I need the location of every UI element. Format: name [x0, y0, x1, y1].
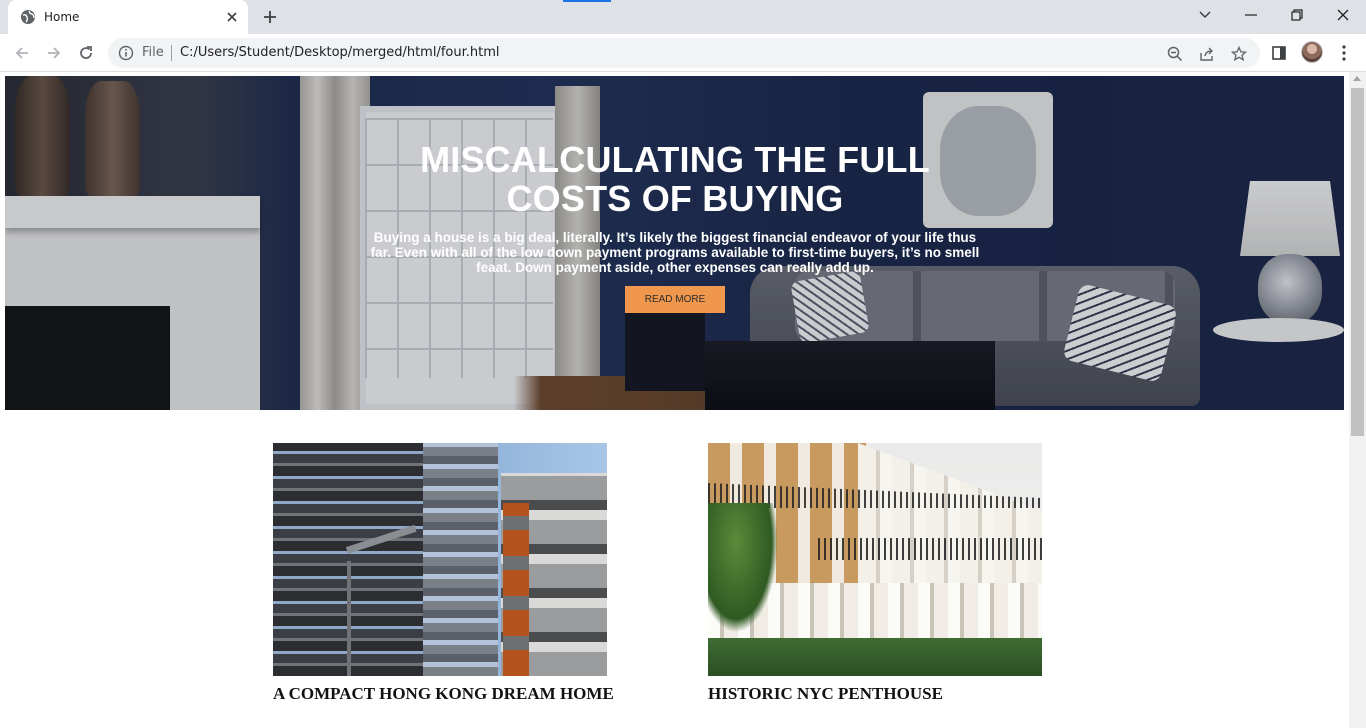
tab-indicator [563, 0, 611, 2]
photo-hedge [708, 638, 1042, 676]
bookmark-star-icon[interactable] [1230, 45, 1248, 63]
photo-palm-tree [708, 503, 778, 633]
scrollbar-thumb[interactable] [1351, 88, 1364, 436]
address-bar[interactable]: File C:/Users/Student/Desktop/merged/htm… [108, 38, 1260, 68]
hero-banner: MISCALCULATING THE FULL COSTS OF BUYING … [5, 76, 1344, 410]
page-viewport: MISCALCULATING THE FULL COSTS OF BUYING … [0, 72, 1349, 728]
tab-home[interactable]: Home [8, 0, 248, 34]
card-title[interactable]: A COMPACT HONG KONG DREAM HOME [273, 684, 614, 704]
card-title[interactable]: HISTORIC NYC PENTHOUSE [708, 684, 1042, 704]
photo-orange-panels [503, 503, 529, 676]
new-tab-button[interactable] [258, 6, 282, 28]
photo-street-lamp [347, 561, 351, 676]
info-icon[interactable] [118, 45, 134, 61]
photo-tower-edge [423, 443, 498, 676]
share-icon[interactable] [1198, 45, 1216, 63]
hero-description: Buying a house is a big deal, literally.… [370, 230, 980, 275]
close-tab-icon[interactable] [222, 7, 242, 27]
close-window-icon[interactable] [1320, 0, 1366, 30]
address-divider [171, 45, 172, 61]
zoom-icon[interactable] [1166, 45, 1184, 63]
hong-kong-building-image[interactable] [273, 443, 607, 676]
reload-icon[interactable] [73, 40, 99, 66]
back-arrow-icon[interactable] [9, 40, 35, 66]
globe-icon [20, 9, 36, 25]
more-menu-icon[interactable] [1333, 42, 1355, 64]
forward-arrow-icon[interactable] [41, 40, 67, 66]
hero-title: MISCALCULATING THE FULL COSTS OF BUYING [420, 139, 930, 219]
minimize-window-icon[interactable] [1228, 0, 1274, 30]
vertical-scrollbar[interactable] [1349, 72, 1366, 728]
card-nyc-penthouse[interactable]: HISTORIC NYC PENTHOUSE [708, 443, 1042, 704]
card-hong-kong[interactable]: A COMPACT HONG KONG DREAM HOME [273, 443, 614, 704]
profile-avatar[interactable] [1301, 41, 1323, 63]
browser-toolbar: File C:/Users/Student/Desktop/merged/htm… [0, 34, 1366, 72]
scroll-up-arrow-icon[interactable] [1353, 76, 1361, 81]
address-scheme-chip: File [142, 45, 164, 60]
restore-window-icon[interactable] [1274, 0, 1320, 30]
tab-title: Home [44, 10, 80, 24]
read-more-button[interactable]: READ MORE [625, 286, 725, 313]
tab-search-chevron-icon[interactable] [1182, 0, 1228, 30]
nyc-townhouse-image[interactable] [708, 443, 1042, 676]
photo-balcony-railing [818, 538, 1042, 560]
side-panel-icon[interactable] [1268, 42, 1290, 64]
tab-strip: Home [0, 0, 1366, 34]
address-url[interactable]: C:/Users/Student/Desktop/merged/html/fou… [180, 45, 499, 60]
